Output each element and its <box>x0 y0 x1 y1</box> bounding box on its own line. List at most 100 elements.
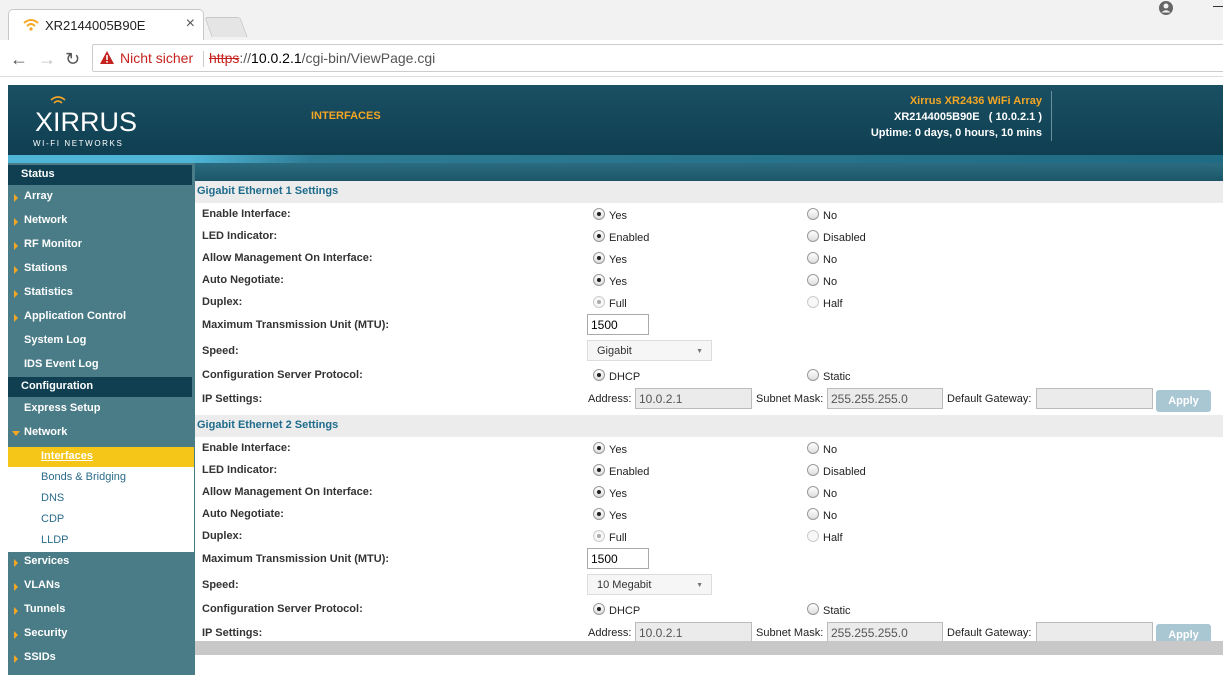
eth2-enable-no-radio[interactable] <box>807 442 819 454</box>
eth1-subnet-mask-input[interactable] <box>827 388 943 409</box>
profile-icon[interactable] <box>1158 0 1174 16</box>
device-uptime: Uptime: 0 days, 0 hours, 10 mins <box>870 127 1042 139</box>
field-label: Auto Negotiate: <box>202 508 284 520</box>
sidebar-item-express-setup[interactable]: Express Setup <box>8 397 192 421</box>
sidebar-item-network[interactable]: Network <box>8 421 192 445</box>
eth2-speed-select[interactable]: 10 Megabit ▼ <box>587 574 712 595</box>
eth1-mtu-input[interactable] <box>587 314 649 335</box>
eth2-mgmt-no-radio[interactable] <box>807 486 819 498</box>
chevron-down-icon: ▼ <box>696 348 703 355</box>
eth1-led-enabled-radio[interactable] <box>593 230 605 242</box>
eth2-protocol-dhcp-radio[interactable] <box>593 603 605 615</box>
eth1-led-disabled-radio[interactable] <box>807 230 819 242</box>
submenu-item-dns[interactable]: DNS <box>8 489 194 509</box>
radio-label: No <box>823 510 838 522</box>
xirrus-logo[interactable]: XIRRUS WI-FI NETWORKS <box>32 95 142 148</box>
sidebar-item-label: VLANs <box>24 579 61 591</box>
radio-label: No <box>823 210 838 222</box>
sidebar-section-status[interactable]: Status <box>8 165 192 185</box>
field-label: Allow Management On Interface: <box>202 486 373 498</box>
tab-close-icon[interactable]: × <box>186 15 195 33</box>
window-minimize-button[interactable] <box>1213 6 1223 7</box>
sidebar-item-ssids[interactable]: SSIDs <box>8 646 192 670</box>
field-label: IP Settings: <box>202 393 263 405</box>
forward-arrow-icon[interactable]: → <box>38 49 56 70</box>
address-bar[interactable]: Nicht sicher https://10.0.2.1/cgi-bin/Vi… <box>92 44 1223 72</box>
page-title: INTERFACES <box>311 110 381 122</box>
address-label: Address: <box>588 393 632 405</box>
back-arrow-icon[interactable]: ← <box>10 49 28 70</box>
sidebar-item-system-log[interactable]: System Log <box>8 329 192 353</box>
device-info: Xirrus XR2436 WiFi Array XR2144005B90E (… <box>871 93 1042 141</box>
sidebar-item-label: Services <box>24 555 70 567</box>
header-stripe <box>8 155 1223 163</box>
eth1-address-input[interactable] <box>635 388 752 409</box>
arrow-right-icon <box>14 194 18 202</box>
eth2-duplex-half-radio[interactable] <box>807 530 819 542</box>
eth1-duplex-half-radio[interactable] <box>807 296 819 308</box>
eth2-protocol-static-radio[interactable] <box>807 603 819 615</box>
eth1-autoneg-yes-radio[interactable] <box>593 274 605 286</box>
not-secure-label[interactable]: Nicht sicher <box>120 50 193 66</box>
sidebar-item-services[interactable]: Services <box>8 550 192 574</box>
browser-toolbar: ← → ↻ Nicht sicher https://10.0.2.1/cgi-… <box>0 40 1223 77</box>
sidebar-item-label: Network <box>24 214 68 226</box>
eth1-enable-no-radio[interactable] <box>807 208 819 220</box>
submenu-item-cdp[interactable]: CDP <box>8 510 194 530</box>
eth1-duplex-full-radio[interactable] <box>593 296 605 308</box>
sidebar-item-network-status[interactable]: Network <box>8 209 192 233</box>
reload-icon[interactable]: ↻ <box>65 49 80 70</box>
eth2-autoneg-no-radio[interactable] <box>807 508 819 520</box>
eth1-protocol-dhcp-radio[interactable] <box>593 369 605 381</box>
submenu-item-interfaces[interactable]: Interfaces <box>8 447 194 467</box>
browser-tab[interactable]: XR2144005B90E × <box>8 9 204 41</box>
eth1-gateway-input[interactable] <box>1036 388 1153 409</box>
select-value: Gigabit <box>597 345 632 357</box>
eth2-enable-yes-radio[interactable] <box>593 442 605 454</box>
sidebar: Status Array Network RF Monitor Stations… <box>8 163 195 675</box>
eth2-duplex-full-radio[interactable] <box>593 530 605 542</box>
subnet-mask-label: Subnet Mask: <box>756 393 824 405</box>
arrow-right-icon <box>14 583 18 591</box>
sidebar-item-vlans[interactable]: VLANs <box>8 574 192 598</box>
eth1-speed-select[interactable]: Gigabit ▼ <box>587 340 712 361</box>
arrow-right-icon <box>14 655 18 663</box>
sidebar-section-configuration[interactable]: Configuration <box>8 377 192 397</box>
eth1-enable-yes-radio[interactable] <box>593 208 605 220</box>
sidebar-item-stations[interactable]: Stations <box>8 257 192 281</box>
submenu-item-bonds-bridging[interactable]: Bonds & Bridging <box>8 468 194 488</box>
sidebar-item-rf-monitor[interactable]: RF Monitor <box>8 233 192 257</box>
eth2-led-enabled-radio[interactable] <box>593 464 605 476</box>
eth2-autoneg-yes-radio[interactable] <box>593 508 605 520</box>
radio-label: Yes <box>609 510 627 522</box>
url-scheme: https <box>209 50 240 66</box>
eth1-apply-button[interactable]: Apply <box>1156 390 1211 412</box>
submenu-item-lldp[interactable]: LLDP <box>8 531 194 551</box>
eth1-protocol-static-radio[interactable] <box>807 369 819 381</box>
url-text[interactable]: https://10.0.2.1/cgi-bin/ViewPage.cgi <box>209 50 435 66</box>
eth2-mtu-input[interactable] <box>587 548 649 569</box>
sidebar-item-label: Application Control <box>24 310 127 322</box>
eth2-led-disabled-radio[interactable] <box>807 464 819 476</box>
sidebar-item-security[interactable]: Security <box>8 622 192 646</box>
sidebar-item-array[interactable]: Array <box>8 185 192 209</box>
device-model: Xirrus XR2436 WiFi Array <box>909 95 1042 107</box>
field-label: Configuration Server Protocol: <box>202 369 363 381</box>
logo-text: XIRRUS <box>35 107 138 137</box>
eth2-address-input[interactable] <box>635 622 752 643</box>
sidebar-item-application-control[interactable]: Application Control <box>8 305 192 329</box>
sidebar-item-statistics[interactable]: Statistics <box>8 281 192 305</box>
sidebar-item-label: RF Monitor <box>24 238 83 250</box>
field-label: LED Indicator: <box>202 230 278 242</box>
eth1-autoneg-no-radio[interactable] <box>807 274 819 286</box>
field-label: Enable Interface: <box>202 208 291 220</box>
sidebar-item-tunnels[interactable]: Tunnels <box>8 598 192 622</box>
new-tab-button[interactable] <box>204 17 248 37</box>
eth1-mgmt-yes-radio[interactable] <box>593 252 605 264</box>
sidebar-item-ids-event-log[interactable]: IDS Event Log <box>8 353 192 377</box>
eth1-mgmt-no-radio[interactable] <box>807 252 819 264</box>
field-label: Enable Interface: <box>202 442 291 454</box>
eth2-gateway-input[interactable] <box>1036 622 1153 643</box>
eth2-mgmt-yes-radio[interactable] <box>593 486 605 498</box>
eth2-subnet-mask-input[interactable] <box>827 622 943 643</box>
